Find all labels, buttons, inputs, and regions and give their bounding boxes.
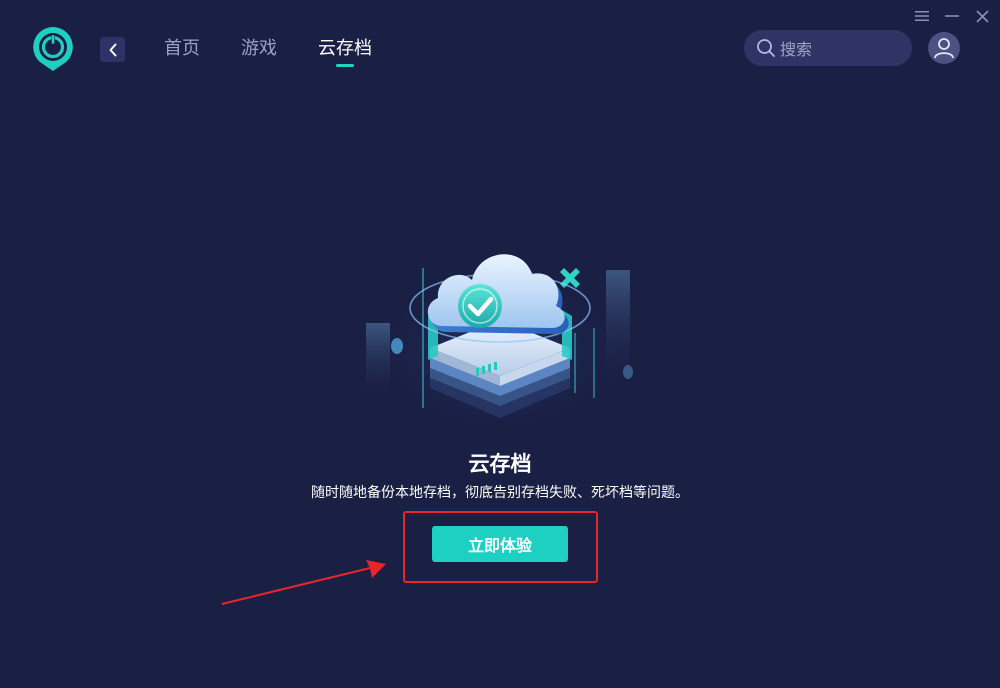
- window-controls: [914, 8, 990, 24]
- tab-label: 首页: [164, 38, 200, 59]
- feature-description: 随时随地备份本地存档，彻底告别存档失败、死坏档等问题。: [311, 485, 689, 501]
- search-placeholder: 搜索: [780, 40, 813, 59]
- minimize-icon[interactable]: [944, 8, 960, 24]
- active-tab-indicator: [336, 64, 354, 67]
- close-icon[interactable]: [974, 8, 990, 24]
- back-button[interactable]: [100, 37, 125, 62]
- app-logo-icon: [30, 25, 76, 73]
- tab-cloud-save[interactable]: 云存档: [318, 37, 372, 67]
- tab-label: 云存档: [318, 38, 372, 59]
- cloud-save-illustration: [360, 228, 640, 428]
- tab-games[interactable]: 游戏: [241, 37, 277, 61]
- tab-home[interactable]: 首页: [164, 37, 200, 61]
- try-now-label: 立即体验: [467, 536, 532, 555]
- red-arrow: [220, 556, 400, 608]
- search-icon: [757, 39, 775, 57]
- avatar[interactable]: [928, 32, 960, 64]
- page-title: 云存档: [468, 452, 532, 476]
- chevron-left-icon: [109, 43, 116, 56]
- menu-icon[interactable]: [914, 8, 930, 24]
- user-icon: [934, 38, 954, 59]
- tab-label: 游戏: [241, 38, 277, 59]
- try-now-button[interactable]: 立即体验: [432, 526, 568, 562]
- search-input[interactable]: 搜索: [744, 30, 912, 66]
- top-nav: 首页 游戏 云存档: [164, 37, 372, 67]
